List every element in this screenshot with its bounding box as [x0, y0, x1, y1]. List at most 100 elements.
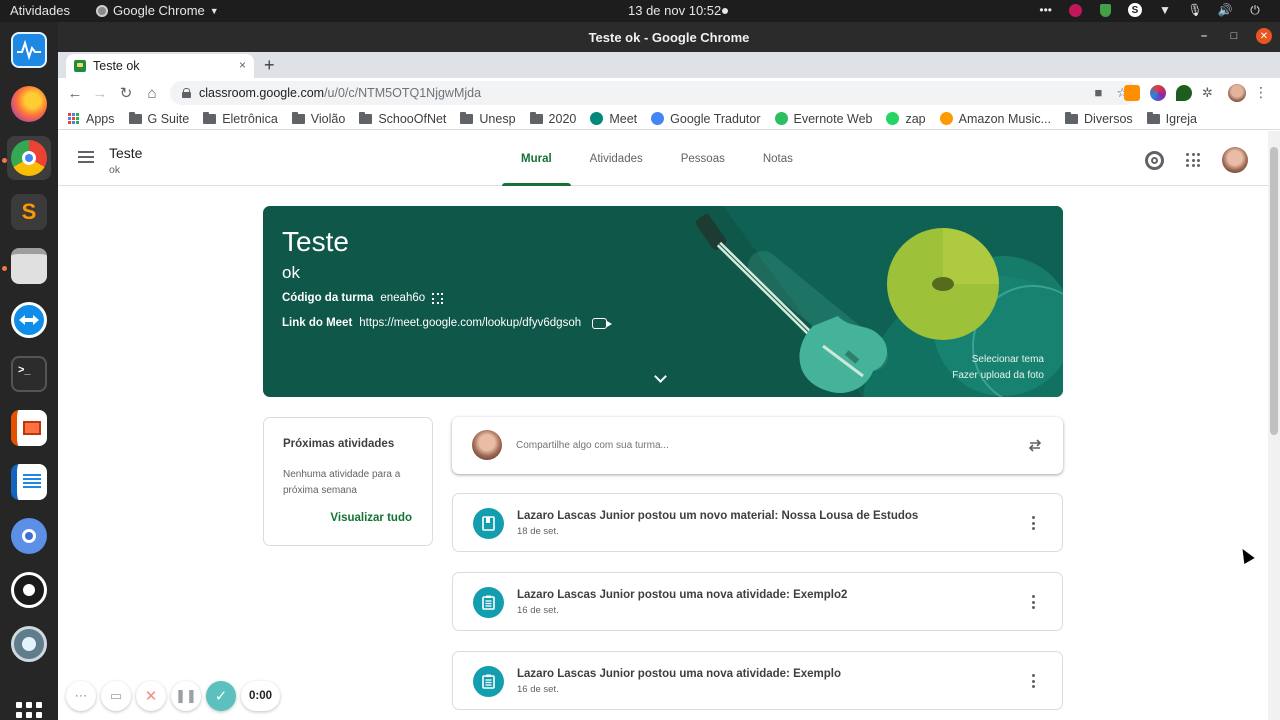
post-title[interactable]: Lazaro Lascas Junior postou um novo mate…	[517, 510, 918, 522]
settings-gear-icon[interactable]	[1145, 150, 1164, 170]
reload-icon[interactable]: ↻	[116, 83, 136, 103]
bookmark-item[interactable]: Igreja	[1146, 111, 1197, 126]
scrollbar-thumb[interactable]	[1270, 147, 1278, 435]
dock-sublime-text[interactable]: S	[7, 190, 51, 234]
chrome-small-icon	[96, 4, 108, 17]
dock-system-monitor[interactable]	[7, 28, 51, 72]
recorder-webcam-icon[interactable]: ▭	[101, 681, 131, 711]
show-applications-icon[interactable]	[16, 702, 42, 720]
window-title-bar[interactable]: Teste ok - Google Chrome – □ ✕	[58, 22, 1280, 52]
lock-icon[interactable]	[182, 88, 191, 98]
bookmark-label: Unesp	[479, 111, 516, 126]
bookmark-item[interactable]: G Suite	[128, 111, 189, 126]
back-icon[interactable]: ←	[65, 83, 85, 103]
tab-notas[interactable]: Notas	[744, 131, 812, 186]
bookmark-item[interactable]: Evernote Web	[774, 112, 872, 126]
profile-avatar[interactable]	[1228, 84, 1246, 102]
browser-menu-icon[interactable]: ⋮	[1254, 84, 1268, 101]
view-all-link[interactable]: Visualizar tudo	[330, 512, 412, 524]
repost-icon[interactable]	[1027, 437, 1043, 453]
stream-post[interactable]: Lazaro Lascas Junior postou um novo mate…	[452, 493, 1063, 552]
bookmark-item[interactable]: Apps	[68, 112, 115, 126]
wifi-icon[interactable]: ▼	[1158, 3, 1172, 17]
tab-atividades[interactable]: Atividades	[571, 131, 662, 186]
address-bar[interactable]: classroom.google.com/u/0/c/NTM5OTQ1NjgwM…	[170, 81, 1138, 105]
recorder-cancel-icon[interactable]: ✕	[136, 681, 166, 711]
recorder-options-icon[interactable]: ⋯	[66, 681, 96, 711]
bookmark-item[interactable]: SchooOfNet	[359, 111, 446, 126]
extension-location-icon[interactable]	[1176, 85, 1192, 101]
tab-pessoas[interactable]: Pessoas	[662, 131, 744, 186]
post-title[interactable]: Lazaro Lascas Junior postou uma nova ati…	[517, 589, 847, 601]
bookmark-item[interactable]: Amazon Music...	[939, 112, 1051, 126]
home-icon[interactable]: ⌂	[142, 83, 162, 103]
dock-teamviewer[interactable]	[7, 298, 51, 342]
page-scrollbar[interactable]	[1268, 131, 1280, 720]
tab-close-icon[interactable]: ×	[239, 58, 246, 72]
folder-icon	[203, 111, 217, 124]
class-code-value[interactable]: eneah6o	[380, 292, 425, 304]
bookmark-item[interactable]: Violão	[291, 111, 345, 126]
minimize-icon[interactable]: –	[1196, 28, 1212, 44]
recorder-finish-icon[interactable]: ✓	[206, 681, 236, 711]
extensions-puzzle-icon[interactable]: ✲	[1202, 85, 1218, 101]
bookmark-item[interactable]: zap	[886, 112, 926, 126]
share-box[interactable]: Compartilhe algo com sua turma...	[452, 417, 1063, 474]
volume-icon[interactable]: 🔊	[1218, 3, 1233, 17]
more-options-icon[interactable]	[1032, 516, 1035, 530]
bookmark-label: Eletrônica	[222, 111, 278, 126]
stream-post[interactable]: Lazaro Lascas Junior postou uma nova ati…	[452, 651, 1063, 710]
dock-firefox[interactable]	[7, 82, 51, 126]
bookmark-item[interactable]: Unesp	[460, 111, 516, 126]
close-window-icon[interactable]: ✕	[1256, 28, 1272, 44]
video-camera-icon[interactable]	[592, 317, 613, 329]
share-placeholder[interactable]: Compartilhe algo com sua turma...	[516, 440, 669, 451]
google-apps-icon[interactable]	[1186, 153, 1200, 167]
clock[interactable]: 13 de nov 10:52	[628, 3, 721, 18]
app-menu[interactable]: Google Chrome ▼	[96, 3, 219, 18]
material-icon	[473, 508, 504, 539]
select-theme-link[interactable]: Selecionar tema	[972, 354, 1044, 365]
tray-more-icon[interactable]: •••	[1039, 3, 1052, 17]
extension-color-icon[interactable]	[1150, 85, 1166, 101]
post-title[interactable]: Lazaro Lascas Junior postou uma nova ati…	[517, 668, 841, 680]
extension-audio-icon[interactable]	[1124, 85, 1140, 101]
maximize-icon[interactable]: □	[1226, 28, 1242, 44]
more-options-icon[interactable]	[1032, 595, 1035, 609]
dock-app[interactable]	[7, 622, 51, 666]
dock-terminal[interactable]: >_	[7, 352, 51, 396]
power-icon[interactable]: ⏻	[1248, 3, 1262, 17]
dock-obs[interactable]	[7, 568, 51, 612]
skype-icon[interactable]: S	[1128, 3, 1142, 17]
writer-icon	[11, 464, 47, 500]
tab-mural[interactable]: Mural	[502, 131, 571, 186]
bookmark-item[interactable]: Meet	[590, 112, 637, 126]
new-tab-button[interactable]: +	[264, 55, 275, 76]
browser-tab[interactable]: Teste ok ×	[66, 54, 254, 78]
class-name[interactable]: Teste	[109, 145, 142, 161]
upload-photo-link[interactable]: Fazer upload da foto	[952, 370, 1044, 381]
meet-link-value[interactable]: https://meet.google.com/lookup/dfyv6dgso…	[359, 317, 581, 329]
dock-chrome[interactable]	[7, 136, 51, 180]
dock-chromium[interactable]	[7, 514, 51, 558]
bookmark-item[interactable]: 2020	[529, 111, 576, 126]
recorder-pause-icon[interactable]: ❚❚	[171, 681, 201, 711]
bookmark-item[interactable]: Eletrônica	[203, 111, 278, 126]
shield-icon[interactable]	[1098, 3, 1112, 17]
forward-icon[interactable]: →	[90, 83, 110, 103]
fullscreen-icon[interactable]	[432, 292, 444, 304]
stream-post[interactable]: Lazaro Lascas Junior postou uma nova ati…	[452, 572, 1063, 631]
bookmark-item[interactable]: Diversos	[1065, 111, 1133, 126]
camera-blocked-icon[interactable]: ■	[1094, 85, 1102, 101]
activities-button[interactable]: Atividades	[10, 3, 70, 18]
main-menu-icon[interactable]	[78, 151, 94, 163]
tray-app-icon[interactable]	[1068, 3, 1082, 17]
microphone-icon[interactable]: 🎙	[1187, 3, 1202, 17]
system-tray[interactable]: ••• S ▼ 🎙 🔊 ⏻	[1039, 3, 1262, 17]
more-options-icon[interactable]	[1032, 674, 1035, 688]
account-avatar[interactable]	[1222, 147, 1248, 173]
dock-impress[interactable]	[7, 406, 51, 450]
bookmark-item[interactable]: Google Tradutor	[651, 112, 761, 126]
dock-files[interactable]	[7, 244, 51, 288]
dock-writer[interactable]	[7, 460, 51, 504]
